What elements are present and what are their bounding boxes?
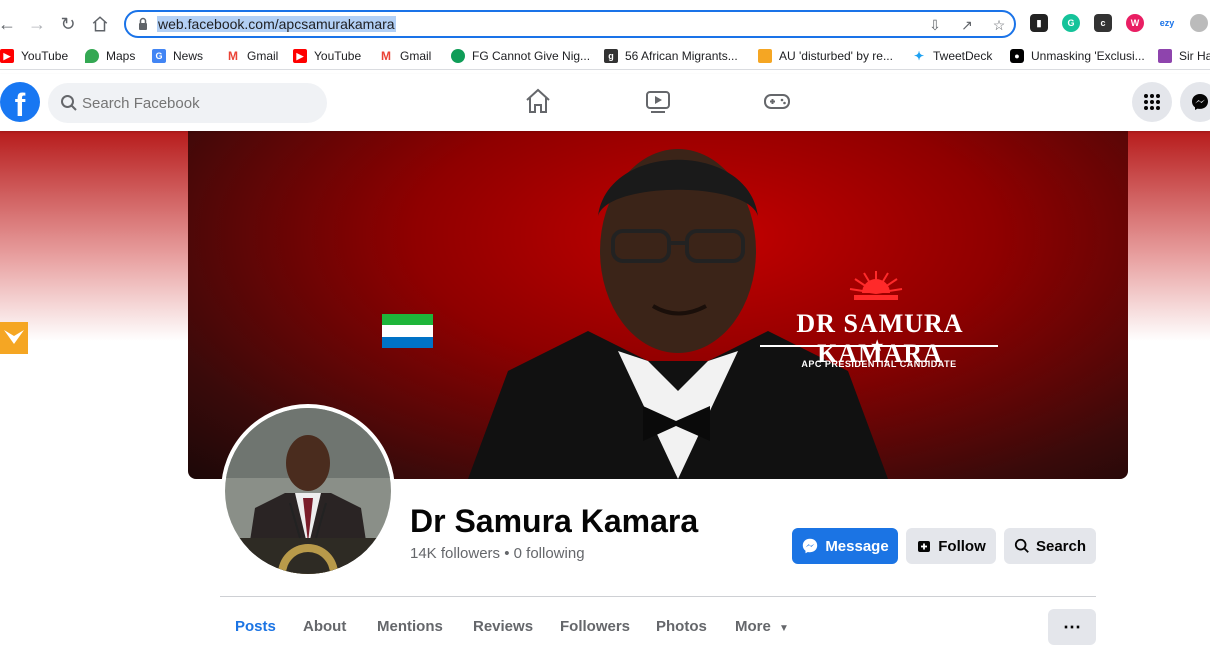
bookmark-item[interactable]: AU 'disturbed' by re...: [758, 48, 893, 64]
reload-icon[interactable]: ↻: [55, 11, 81, 37]
home-nav-icon[interactable]: [523, 86, 553, 116]
search-label: Search: [1035, 537, 1087, 555]
site-icon: [1158, 49, 1172, 63]
twitter-icon: ✦: [912, 49, 926, 63]
more-options-button[interactable]: ⋯: [1048, 609, 1096, 645]
gmail-icon: M: [379, 49, 393, 63]
profile-name: Dr Samura Kamara: [410, 503, 699, 539]
bookmark-item[interactable]: g 56 African Migrants...: [604, 48, 738, 64]
profile-icon[interactable]: [1190, 14, 1208, 32]
browser-toolbar: ← → ↻ web.facebook.com/apcsamurakamara ⇩…: [0, 0, 1210, 48]
install-icon[interactable]: ⇩: [926, 16, 944, 34]
bookmark-item[interactable]: Maps: [85, 48, 135, 64]
medium-icon: ●: [1010, 49, 1024, 63]
separator-dot: •: [504, 545, 510, 562]
search-button[interactable]: Search: [1004, 528, 1096, 564]
share-icon[interactable]: ↗: [958, 16, 976, 34]
gaming-nav-icon[interactable]: [762, 86, 792, 116]
tab-about[interactable]: About: [303, 618, 346, 635]
search-box[interactable]: [48, 83, 327, 123]
bookmark-item[interactable]: ● Unmasking 'Exclusi...: [1010, 48, 1145, 64]
bookmark-item[interactable]: G News: [152, 48, 203, 64]
bookmarks-bar: ▶ YouTube Maps G News M Gmail ▶ YouTube M Gma…: [0, 42, 1210, 70]
tab-followers[interactable]: Followers: [560, 618, 630, 635]
tab-more-label: More: [735, 618, 771, 635]
tab-more[interactable]: More ▼: [735, 618, 789, 635]
bookmark-item[interactable]: M Gmail: [226, 48, 278, 64]
tab-mentions[interactable]: Mentions: [377, 618, 443, 635]
maps-icon: [85, 49, 99, 63]
caret-down-icon: ▼: [779, 623, 789, 634]
youtube-icon: ▶: [0, 49, 14, 63]
extension-icon[interactable]: c: [1094, 14, 1112, 32]
search-icon: [1014, 538, 1029, 553]
message-label: Message: [825, 537, 889, 555]
star-icon: ★: [870, 338, 885, 355]
site-icon: g: [604, 49, 618, 63]
messenger-icon: [803, 538, 818, 554]
facebook-header: f: [0, 74, 1210, 131]
bookmark-item[interactable]: M Gmail: [379, 48, 431, 64]
watch-nav-icon[interactable]: [643, 86, 673, 116]
url-text[interactable]: web.facebook.com/apcsamurakamara: [157, 16, 396, 32]
profile-avatar[interactable]: [221, 404, 395, 578]
grammarly-icon[interactable]: G: [1062, 14, 1080, 32]
following-count[interactable]: 0 following: [514, 545, 585, 562]
search-input[interactable]: [82, 83, 312, 123]
back-arrow-icon[interactable]: ←: [0, 11, 20, 37]
extension-icon[interactable]: W: [1126, 14, 1144, 32]
lock-icon: [139, 17, 147, 30]
bookmark-item[interactable]: ▶ YouTube: [0, 48, 68, 64]
profile-photo-image: [225, 408, 391, 574]
news-icon: G: [152, 49, 166, 63]
bookmark-item[interactable]: ▶ YouTube: [293, 48, 361, 64]
extension-icon[interactable]: ▮: [1030, 14, 1048, 32]
menu-grid-icon[interactable]: [1132, 82, 1172, 122]
site-icon: [758, 49, 772, 63]
cover-portrait-image: [468, 149, 888, 479]
follow-button[interactable]: Follow: [906, 528, 996, 564]
forward-arrow-icon[interactable]: →: [24, 11, 50, 37]
tab-posts[interactable]: Posts: [235, 618, 276, 635]
site-icon: [451, 49, 465, 63]
follow-icon: [918, 541, 931, 552]
home-icon[interactable]: [87, 11, 113, 37]
side-extension-icon[interactable]: [0, 322, 28, 354]
bookmark-item[interactable]: FG Cannot Give Nig...: [451, 48, 590, 64]
sierra-leone-flag: [382, 314, 433, 348]
apc-sun-logo-icon: [849, 271, 903, 300]
cover-subtitle: APC PRESIDENTIAL CANDIDATE: [801, 359, 957, 369]
bookmark-star-icon[interactable]: ☆: [990, 16, 1008, 34]
address-bar[interactable]: web.facebook.com/apcsamurakamara ⇩ ↗ ☆: [124, 10, 1016, 38]
tab-photos[interactable]: Photos: [656, 618, 707, 635]
followers-count[interactable]: 14K followers: [410, 545, 500, 562]
ellipsis-icon: ⋯: [1063, 616, 1081, 637]
extension-icon[interactable]: ezy: [1158, 14, 1176, 32]
profile-divider: [220, 596, 1096, 597]
message-button[interactable]: Message: [792, 528, 898, 564]
facebook-logo-icon[interactable]: f: [0, 82, 40, 122]
profile-stats: 14K followers • 0 following: [410, 545, 585, 562]
gmail-icon: M: [226, 49, 240, 63]
follow-label: Follow: [938, 537, 986, 555]
tab-reviews[interactable]: Reviews: [473, 618, 533, 635]
bookmark-item[interactable]: ✦ TweetDeck: [912, 48, 992, 64]
messenger-icon[interactable]: [1180, 82, 1210, 122]
youtube-icon: ▶: [293, 49, 307, 63]
search-icon: [61, 95, 77, 111]
bookmark-item[interactable]: Sir Ha: [1158, 48, 1210, 64]
